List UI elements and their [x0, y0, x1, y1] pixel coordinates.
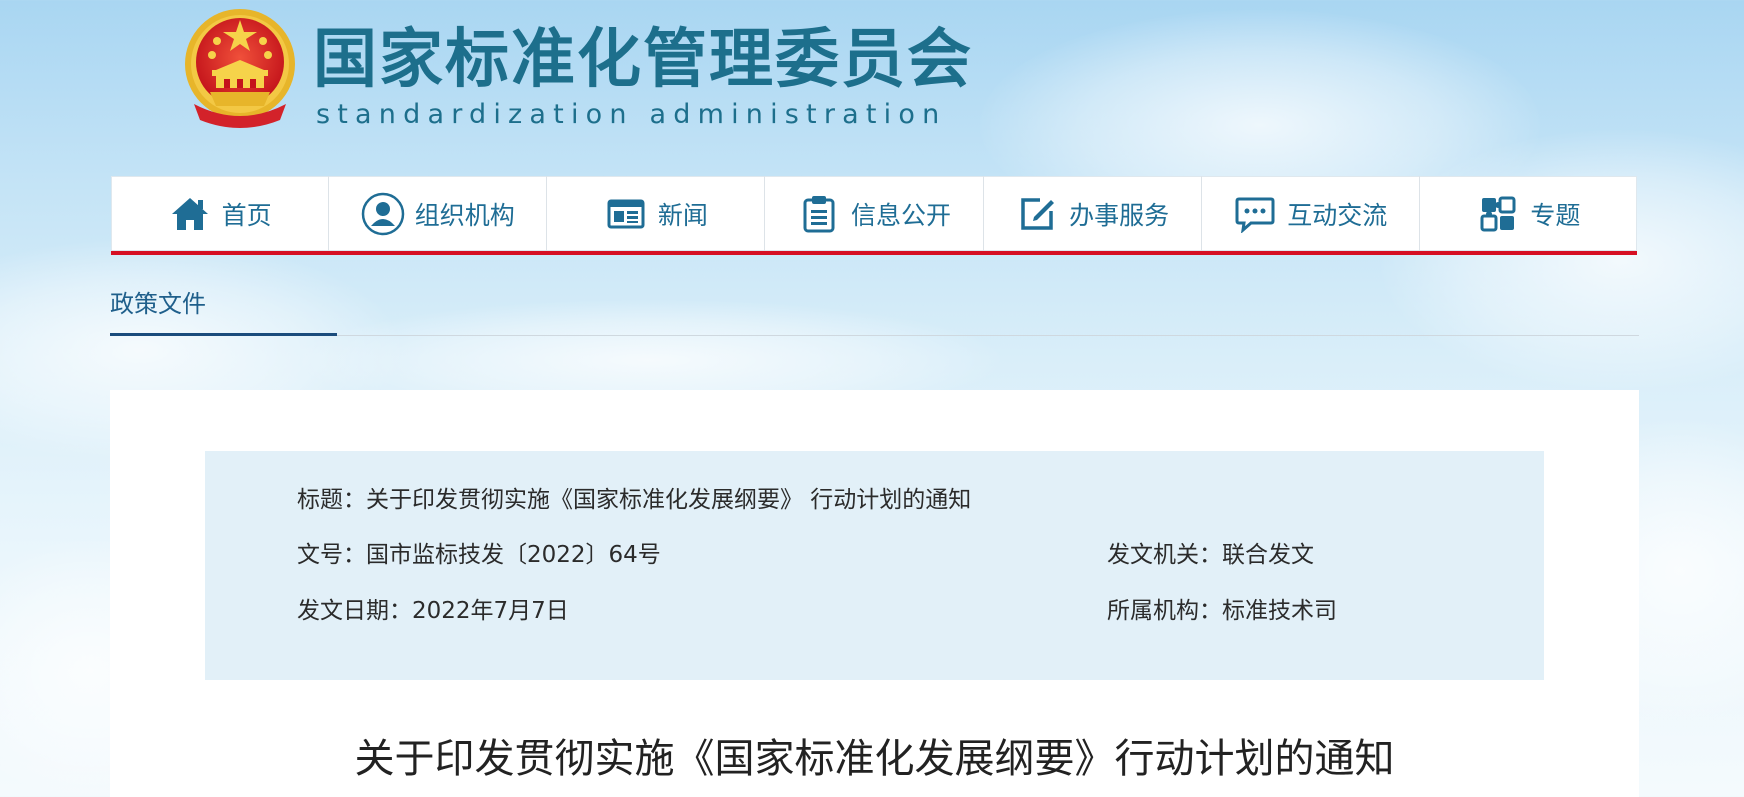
main-nav: 首页 组织机构 新闻 信息公开 办事服务 互动交流 专题: [111, 176, 1637, 255]
national-emblem-icon[interactable]: [180, 8, 300, 130]
nav-item-interaction[interactable]: 互动交流: [1202, 176, 1420, 251]
newspaper-icon: [604, 192, 648, 236]
nav-item-organization[interactable]: 组织机构: [329, 176, 548, 251]
meta-doc-number-value: 国市监标技发〔2022〕64号: [366, 542, 661, 568]
nav-label-topics: 专题: [1530, 200, 1581, 230]
nav-item-news[interactable]: 新闻: [547, 176, 766, 251]
meta-organization-label: 所属机构：: [1107, 598, 1222, 624]
meta-issue-date-value: 2022年7月7日: [412, 598, 569, 624]
site-header: 国家标准化管理委员会 standardization administratio…: [180, 8, 980, 133]
nav-label-info-disclosure: 信息公开: [850, 200, 951, 230]
nav-label-organization: 组织机构: [414, 200, 515, 230]
site-title: 国家标准化管理委员会: [313, 23, 973, 97]
document-meta-box: 标题：关于印发贯彻实施《国家标准化发展纲要》 行动计划的通知 文号：国市监标技发…: [205, 451, 1544, 680]
nav-item-info-disclosure[interactable]: 信息公开: [765, 176, 984, 251]
tab-policy-documents[interactable]: 政策文件: [110, 288, 206, 320]
meta-title-label: 标题：: [297, 487, 366, 513]
section-divider: [110, 335, 1639, 336]
meta-organization: 所属机构：标准技术司: [1107, 596, 1337, 626]
nav-label-news: 新闻: [657, 200, 708, 230]
content-panel: 标题：关于印发贯彻实施《国家标准化发展纲要》 行动计划的通知 文号：国市监标技发…: [110, 390, 1639, 797]
meta-issue-date-label: 发文日期：: [297, 598, 412, 624]
nav-item-home[interactable]: 首页: [111, 176, 330, 251]
nav-label-interaction: 互动交流: [1287, 200, 1388, 230]
home-icon: [168, 192, 212, 236]
edit-icon: [1015, 192, 1059, 236]
nav-label-services: 办事服务: [1069, 200, 1170, 230]
meta-organization-value: 标准技术司: [1222, 598, 1337, 624]
meta-issuer: 发文机关：联合发文: [1107, 540, 1314, 570]
chat-bubble-icon: [1233, 192, 1277, 236]
site-subtitle: standardization administration: [316, 99, 947, 130]
meta-doc-number: 文号：国市监标技发〔2022〕64号: [297, 540, 661, 570]
puzzle-icon: [1476, 192, 1520, 236]
clipboard-icon: [797, 192, 841, 236]
meta-title: 标题：关于印发贯彻实施《国家标准化发展纲要》 行动计划的通知: [297, 485, 971, 515]
nav-label-home: 首页: [221, 200, 272, 230]
document-title: 关于印发贯彻实施《国家标准化发展纲要》行动计划的通知: [354, 736, 1395, 782]
user-circle-icon: [361, 192, 405, 236]
meta-issuer-value: 联合发文: [1222, 542, 1314, 568]
nav-item-topics[interactable]: 专题: [1420, 176, 1637, 251]
meta-doc-number-label: 文号：: [297, 542, 366, 568]
meta-issuer-label: 发文机关：: [1107, 542, 1222, 568]
meta-issue-date: 发文日期：2022年7月7日: [297, 596, 569, 626]
nav-item-services[interactable]: 办事服务: [984, 176, 1202, 251]
active-tab-indicator: [110, 333, 337, 336]
meta-title-value: 关于印发贯彻实施《国家标准化发展纲要》 行动计划的通知: [366, 487, 972, 513]
